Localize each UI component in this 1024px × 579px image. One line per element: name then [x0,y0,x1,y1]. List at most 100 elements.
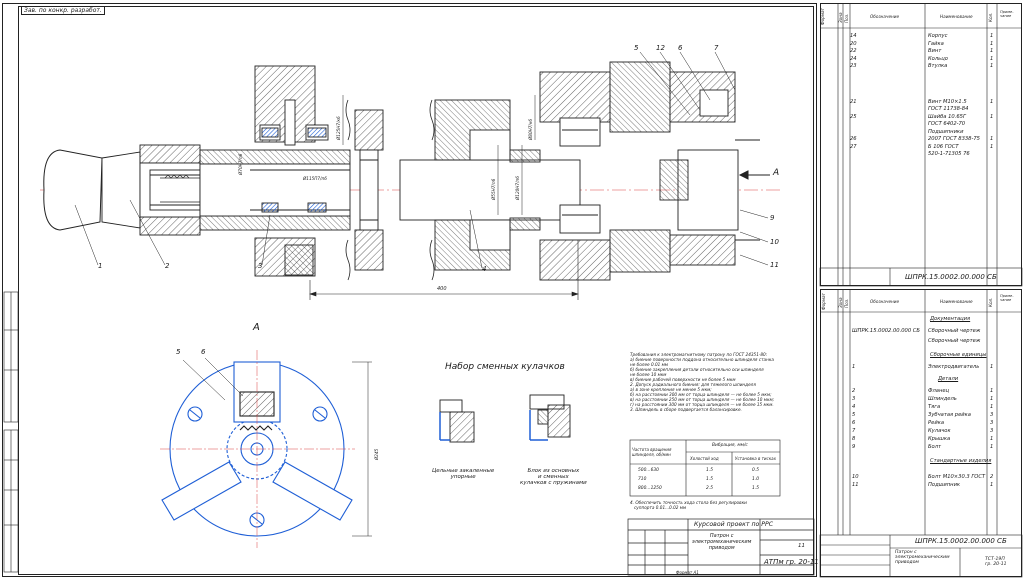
spec-bot-hdr-qty: Кол. [988,297,993,307]
spec-bot-hdr-name: Наименование [940,299,973,304]
callout-3: 3 [258,262,263,270]
flange-body [139,144,201,236]
table-row: 27 Б 106 ГОСТ 1 [850,143,994,150]
table-row: 8 Крышка 1 [852,436,994,442]
table-row: Сборочные единицы [930,352,987,358]
left-stamp-column [3,291,19,573]
table-row: Стандартные изделия [930,458,992,464]
motor-cap [43,149,141,231]
table-row: 23 Втулка 1 [850,63,994,69]
arrow-label-a: А [773,168,780,178]
table-row-1-rpm: 710 [638,477,647,482]
table-row: 10 Болт М10×30.3 ГОСТ 2 [852,474,994,480]
table-row: 7 Кулачок 3 [852,428,994,434]
dim-v6: Ø120Н7/п6 [515,176,520,200]
spec-top-hdr-name: Наименование [940,14,973,19]
table-row: 5 Зубчатая рейка 3 [852,412,994,418]
table-row: 1 Электродвигатель 1 [852,364,994,370]
spec-top-rows: 14 Корпус 1 20 Гайка 1 22 Винт 1 24 Коль… [820,33,1022,159]
chuck-body [609,61,760,273]
table-row: 14 Корпус 1 [850,33,994,39]
title-sheet: 11 [798,543,805,549]
table-row: ГОСТ 11738-84 [928,106,969,112]
callout-2: 2 [165,262,170,270]
dim-v3: Ø115П7/п6 [303,176,327,181]
jaws-left-caption: Цельные закаленные упорные [432,468,495,480]
table-row: 21 Винт М10×1.5 1 [850,98,994,105]
title-header: Курсовой проект по РРС [694,521,774,528]
table-row: Документация [930,316,971,322]
table-row: Подшипники [928,128,964,135]
dim-v2: Ø70Н7/п6 [238,153,243,175]
callout-7: 7 [714,44,719,52]
dim-v5: Ø55Н7/п6 [491,178,496,200]
note-bottom: 4. Обеспечить точность хода стола без ре… [630,500,747,510]
notes-block: Требования к электромагнитному патрону п… [630,352,812,412]
dim-v4: Ø80Н7/к6 [528,118,533,140]
view-label-a: А [253,322,260,333]
title-group: АТПм гр. 20-11 [764,558,819,566]
table-row: 4 Тяга 1 [852,404,994,410]
jaw-sketch-right [529,394,571,441]
table-row-2-rpm: 800...1250 [638,486,662,491]
spec-bot-hdr-format: Формат [821,293,826,310]
spec-top-hdr-format: Формат [820,8,825,25]
view-dim-label: Ø245 [374,448,379,460]
length-dim-label: 400 [437,286,447,292]
table-row: ГОСТ 6402-70 [928,121,966,127]
table-row: 22 Винт 1 [850,48,994,54]
table-row: 6 Рейка 3 [852,420,994,426]
callout-12: 12 [656,44,665,52]
view-arrow [738,170,770,180]
table-row-0-vise: 0.5 [752,468,759,473]
spec-bot-hdr-pos: Поз. [844,298,849,308]
view-callout-6: 6 [201,348,206,356]
table-row: 2 Фланец 1 [852,388,994,394]
spec-bottom-code: ШПРК.15.0002.00.000 СБ [915,537,1007,545]
callout-1: 1 [98,262,103,270]
table-row-0-idle: 1.5 [706,468,713,473]
callout-9: 9 [770,214,775,222]
table-row-1-vise: 1.0 [752,477,759,482]
jaw-sketch-left [439,399,475,443]
spec-bottom-rows: Документация ШПРК.15.0002.00.000 СБ Сбор… [820,316,1022,490]
table-row: ШПРК.15.0002.00.000 СБ Сборочный чертеж [852,328,981,334]
callout-4: 4 [482,265,487,273]
table-header-left: Частота вращения шпинделя, об/мин [632,447,672,457]
callout-11: 11 [770,261,779,269]
table-row: Детали [938,376,959,382]
view-callout-5: 5 [176,348,181,356]
callout-5: 5 [634,44,639,52]
table-subheader-1: Холостой ход [690,456,719,461]
spec-top-code: ШПРК.15.0002.00.000 СБ [905,273,997,281]
table-row-2-idle: 2.5 [706,486,713,491]
table-row-2-vise: 1.5 [752,486,759,491]
spindle-tube [199,149,351,231]
title-format: Формат А1 [676,570,699,575]
table-subheader-2: Установка в тисках [735,456,776,461]
table-row: 24 Кольцо 1 [850,55,994,62]
spec-top-hdr-note: Приме- чание [1000,10,1014,18]
table-row: 20 Гайка 1 [850,40,994,47]
callout-6: 6 [678,44,683,52]
dim-v1: Ø125Н7/к6 [336,116,341,140]
spec-top-hdr-code: Обозначение [870,14,900,19]
spec-top-hdr-qty: Кол. [988,12,993,22]
spec-top-hdr-pos: Поз. [844,13,849,23]
jaws-right-caption: Блок из основных и сменных кулачков с пр… [520,468,587,486]
spec-top-hdr-zone: Зона [838,12,843,23]
table-row: 9 Болт 1 [852,444,994,450]
note-line: 3. Шпиндель в сборе подвергается баланси… [630,407,742,412]
table-row: 26 2007 ГОСТ 8338-75 1 [850,136,994,142]
jaws-title: Набор сменных кулачков [445,362,565,372]
table-row-0-rpm: 500...630 [638,468,659,473]
callout-10: 10 [770,238,779,246]
spec-bot-hdr-zone: Зона [838,297,843,308]
spec-bot-hdr-code: Обозначение [870,299,900,304]
table-row: Сборочный чертеж [928,338,981,344]
table-row: 520-1-71305 76 [928,151,970,157]
table-row: 25 Шайба 10.65Г 1 [850,113,994,120]
spec-bottom-group: ТСТ-19П гр. 20-11 [985,557,1007,567]
table-row-1-idle: 1.5 [706,477,713,482]
spec-bot-hdr-note: Приме- чание [1000,294,1014,302]
